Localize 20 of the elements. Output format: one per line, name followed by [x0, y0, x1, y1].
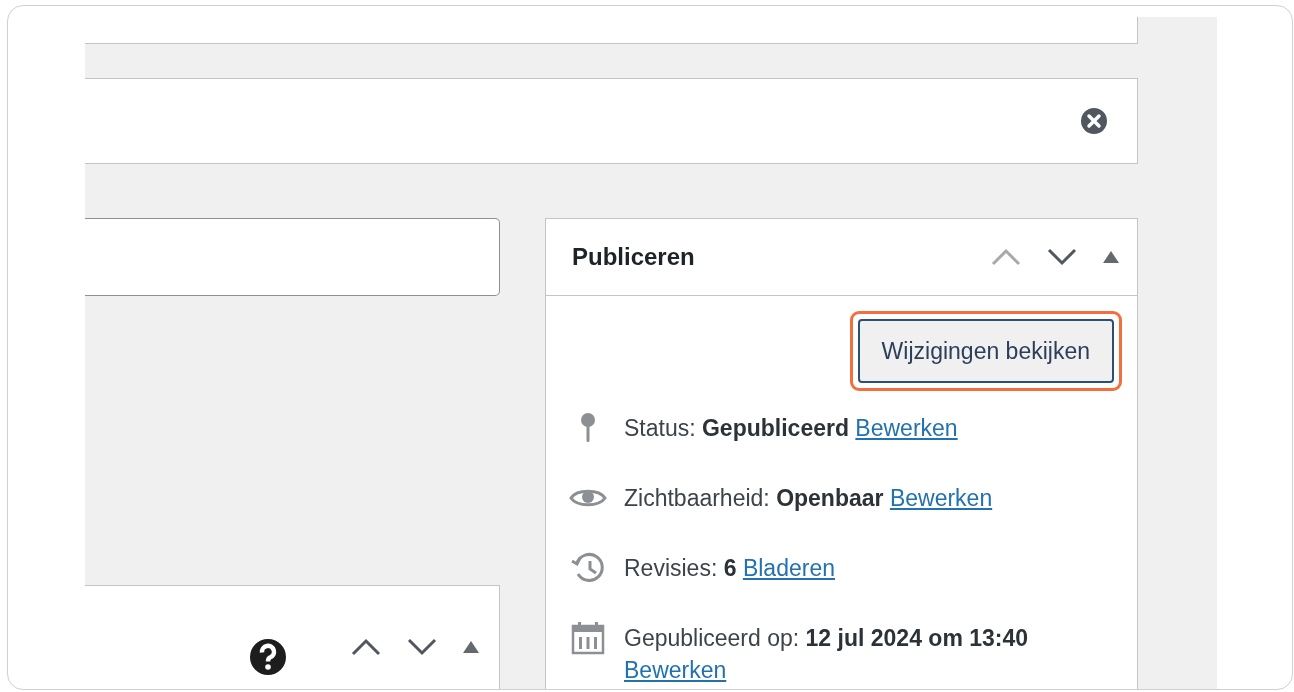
collapse-triangle-icon[interactable] [463, 641, 479, 653]
close-icon[interactable] [1080, 107, 1108, 135]
panel-title: Publiceren [572, 243, 696, 271]
edit-link[interactable]: Bewerken [855, 415, 958, 441]
published-date-line: Gepubliceerd op: 12 jul 2024 om 13:40 Bewerken [624, 624, 1030, 685]
help-icon[interactable] [249, 638, 287, 676]
visibility-line: Zichtbaarheid: Openbaar Bewerken [624, 484, 993, 513]
preview-changes-button[interactable]: Wijzigingen bekijken [857, 319, 1114, 383]
title-field[interactable] [85, 218, 500, 296]
collapse-triangle-icon[interactable] [1103, 251, 1119, 263]
calendar-icon [571, 621, 605, 655]
status-line: Status: Gepubliceerd Bewerken [624, 414, 958, 443]
chevron-down-icon[interactable] [407, 638, 437, 656]
history-icon [570, 552, 606, 584]
edit-link[interactable]: Bewerken [889, 485, 993, 511]
edit-link[interactable]: Bladeren [742, 555, 835, 581]
chevron-down-icon[interactable] [1047, 248, 1077, 266]
revisions-line: Revisies: 6 Bladeren [624, 554, 835, 583]
chevron-up-icon[interactable] [351, 638, 381, 656]
edit-link[interactable]: Bewerken [624, 657, 727, 683]
